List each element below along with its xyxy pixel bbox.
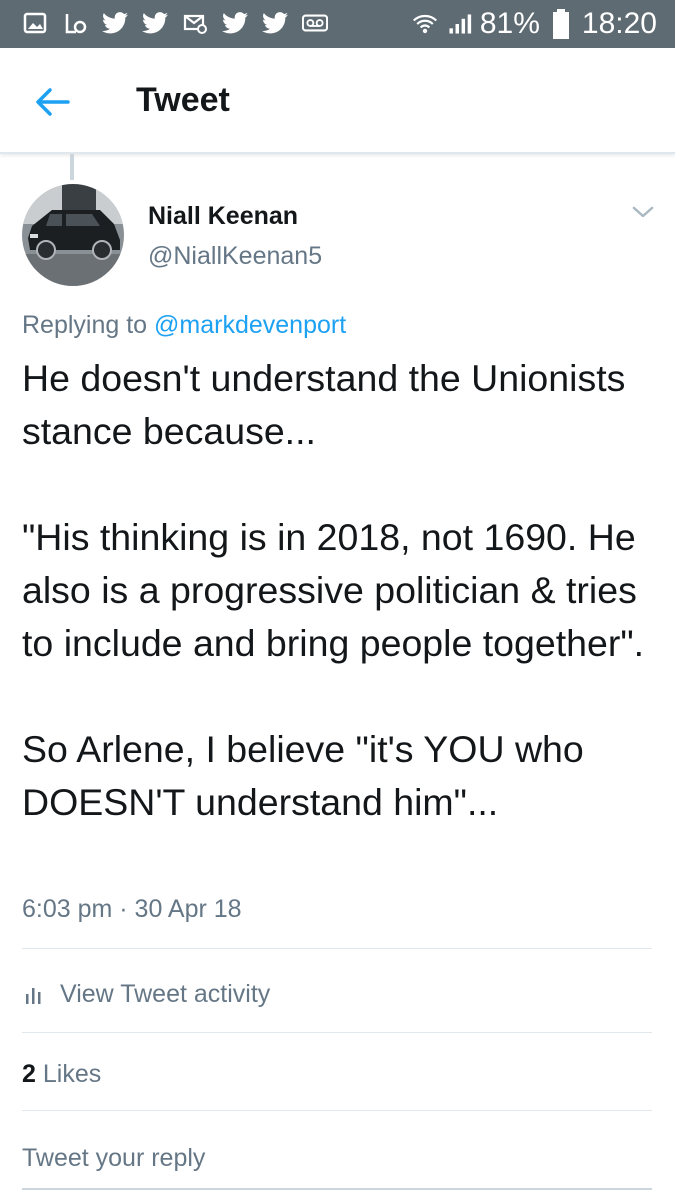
clock: 18:20 [581, 7, 657, 40]
page-title: Tweet [136, 81, 230, 119]
tweet-timestamp[interactable]: 6:03 pm · 30 Apr 18 [22, 892, 242, 926]
likes-number: 2 [22, 1060, 36, 1088]
wifi-icon [412, 11, 438, 37]
back-button[interactable] [28, 78, 76, 126]
system-status: 81% 18:20 [412, 6, 657, 42]
status-bar: 81% 18:20 [0, 0, 675, 48]
divider [22, 1032, 652, 1033]
app-header: Tweet [0, 48, 675, 154]
twitter-icon [262, 10, 288, 36]
thread-connector [70, 154, 74, 180]
signal-icon [446, 11, 472, 37]
tweet-text: He doesn't understand the Unionists stan… [22, 357, 645, 823]
twitter-icon [222, 10, 248, 36]
activity-label: View Tweet activity [60, 979, 271, 1008]
battery-icon [548, 9, 574, 39]
bar-chart-icon [26, 988, 41, 1004]
avatar[interactable] [22, 184, 124, 286]
divider [22, 1110, 652, 1111]
reply-underline [22, 1188, 652, 1190]
missed-call-icon [62, 10, 88, 36]
author-name[interactable]: Niall Keenan [148, 200, 298, 232]
author-handle: @NiallKeenan5 [148, 242, 323, 270]
reply-mention-link[interactable]: @markdevenport [154, 311, 346, 339]
battery-percent: 81% [479, 7, 540, 40]
gallery-icon [22, 10, 48, 36]
email-icon [182, 10, 208, 36]
arrow-left-icon [36, 88, 70, 116]
view-tweet-activity-button[interactable]: View Tweet activity [22, 974, 270, 1014]
twitter-icon [102, 10, 128, 36]
likes-count[interactable]: 2 Likes [22, 1056, 101, 1092]
divider [22, 948, 652, 949]
twitter-icon [142, 10, 168, 36]
reply-input[interactable] [22, 1136, 652, 1180]
replying-to: Replying to @markdevenport [22, 308, 346, 342]
voicemail-icon [302, 10, 328, 36]
notification-icons [22, 10, 328, 36]
chevron-down-icon[interactable] [628, 200, 658, 224]
likes-label: Likes [42, 1060, 102, 1088]
replying-prefix: Replying to [22, 311, 148, 339]
